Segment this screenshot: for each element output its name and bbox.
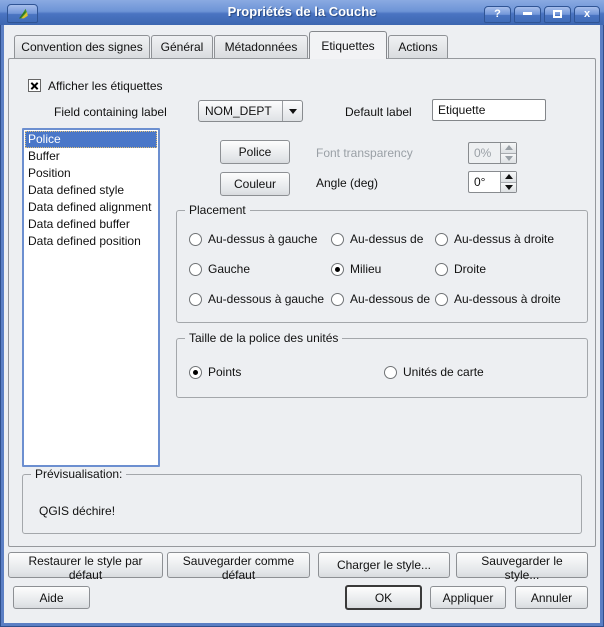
help-button[interactable]: Aide	[13, 586, 90, 609]
tab-etiquettes[interactable]: Etiquettes	[309, 31, 387, 59]
save-style-button[interactable]: Sauvegarder le style...	[456, 552, 588, 578]
list-item-data-defined-alignment[interactable]: Data defined alignment	[25, 199, 157, 216]
spin-down-icon[interactable]	[501, 183, 516, 193]
minimize-button[interactable]	[514, 6, 541, 23]
radio-gauche[interactable]: Gauche	[189, 262, 331, 276]
radio-au-dessous-a-gauche[interactable]: Au-dessous à gauche	[189, 292, 331, 306]
list-item-data-defined-style[interactable]: Data defined style	[25, 182, 157, 199]
preview-group: Prévisualisation: QGIS déchire!	[22, 474, 582, 534]
radio-au-dessus-a-droite[interactable]: Au-dessus à droite	[435, 232, 561, 246]
spin-down-icon[interactable]	[501, 154, 516, 164]
tab-actions[interactable]: Actions	[388, 35, 448, 58]
font-transparency-value: 0%	[469, 143, 500, 163]
font-transparency-label: Font transparency	[316, 146, 413, 160]
angle-value: 0°	[469, 172, 500, 192]
radio-milieu[interactable]: Milieu	[331, 262, 435, 276]
spin-up-icon[interactable]	[501, 143, 516, 154]
font-transparency-spinner[interactable]: 0%	[468, 142, 517, 164]
angle-spinner[interactable]: 0°	[468, 171, 517, 193]
restore-default-style-button[interactable]: Restaurer le style par défaut	[8, 552, 163, 578]
tab-general[interactable]: Général	[151, 35, 213, 58]
chevron-down-icon[interactable]	[282, 101, 302, 121]
close-icon: x	[584, 8, 590, 20]
list-item-position[interactable]: Position	[25, 165, 157, 182]
preview-legend: Prévisualisation:	[31, 467, 126, 481]
police-button[interactable]: Police	[220, 140, 290, 164]
load-style-button[interactable]: Charger le style...	[318, 552, 450, 578]
angle-label: Angle (deg)	[316, 176, 378, 190]
show-labels-checkbox[interactable]	[28, 79, 41, 92]
apply-button[interactable]: Appliquer	[430, 586, 506, 609]
radio-points[interactable]: Points	[189, 365, 241, 379]
maximize-icon	[553, 10, 562, 18]
minimize-icon	[523, 12, 532, 15]
show-labels-label: Afficher les étiquettes	[48, 79, 163, 93]
radio-au-dessus-a-gauche[interactable]: Au-dessus à gauche	[189, 232, 331, 246]
radio-unites-de-carte[interactable]: Unités de carte	[384, 365, 484, 379]
ok-button[interactable]: OK	[345, 585, 422, 610]
list-item-buffer[interactable]: Buffer	[25, 148, 157, 165]
layer-properties-dialog: Propriétés de la Couche ? x Convention d…	[0, 0, 604, 627]
maximize-button[interactable]	[544, 6, 571, 23]
default-label-input[interactable]	[432, 99, 546, 121]
dialog-body: Convention des signes Général Métadonnée…	[4, 25, 600, 623]
list-item-data-defined-position[interactable]: Data defined position	[25, 233, 157, 250]
radio-au-dessous-a-droite[interactable]: Au-dessous à droite	[435, 292, 561, 306]
radio-au-dessous-de[interactable]: Au-dessous de	[331, 292, 435, 306]
default-label-label: Default label	[345, 105, 412, 119]
close-button[interactable]: x	[574, 6, 600, 23]
list-item-data-defined-buffer[interactable]: Data defined buffer	[25, 216, 157, 233]
field-combobox-value: NOM_DEPT	[199, 104, 282, 118]
list-item-police[interactable]: Police	[25, 131, 157, 148]
placement-legend: Placement	[185, 203, 250, 217]
font-size-units-legend: Taille de la police des unités	[185, 331, 342, 345]
question-icon: ?	[494, 8, 501, 20]
tab-convention-des-signes[interactable]: Convention des signes	[14, 35, 150, 58]
radio-au-dessus-de[interactable]: Au-dessus de	[331, 232, 435, 246]
font-size-units-group: Taille de la police des unités Points Un…	[176, 338, 588, 398]
placement-group: Placement Au-dessus à gauche Au-dessus d…	[176, 210, 588, 323]
spin-up-icon[interactable]	[501, 172, 516, 183]
save-as-default-button[interactable]: Sauvegarder comme défaut	[167, 552, 310, 578]
titlebar[interactable]: Propriétés de la Couche ? x	[0, 0, 604, 25]
couleur-button[interactable]: Couleur	[220, 172, 290, 196]
help-titlebar-button[interactable]: ?	[484, 6, 511, 23]
preview-sample-text: QGIS déchire!	[39, 504, 115, 518]
label-settings-list[interactable]: Police Buffer Position Data defined styl…	[22, 128, 160, 467]
radio-droite[interactable]: Droite	[435, 262, 561, 276]
field-containing-label: Field containing label	[54, 105, 167, 119]
tab-metadonnees[interactable]: Métadonnées	[214, 35, 308, 58]
field-combobox[interactable]: NOM_DEPT	[198, 100, 303, 122]
cancel-button[interactable]: Annuler	[515, 586, 588, 609]
